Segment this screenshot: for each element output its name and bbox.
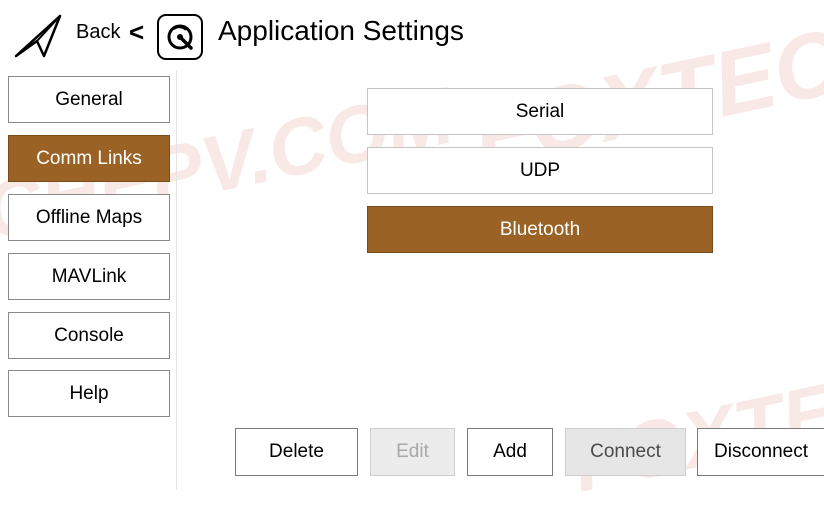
connect-button[interactable]: Connect [565,428,686,476]
sidebar-item-general[interactable]: General [8,76,170,123]
sidebar-item-offline-maps[interactable]: Offline Maps [8,194,170,241]
sidebar-item-help[interactable]: Help [8,370,170,417]
watermark-bottom: FOXTECH [564,342,824,509]
sidebar-divider [176,70,177,490]
back-label[interactable]: Back [76,21,120,44]
link-item-serial[interactable]: Serial [367,88,713,135]
page-title: Application Settings [218,15,464,46]
sidebar-item-console[interactable]: Console [8,312,170,359]
qgc-logo-icon [157,14,203,60]
link-item-bluetooth[interactable]: Bluetooth [367,206,713,253]
edit-button[interactable]: Edit [370,428,455,476]
add-button[interactable]: Add [467,428,553,476]
delete-button[interactable]: Delete [235,428,358,476]
chevron-left-icon[interactable]: < [129,17,144,48]
sidebar-item-comm-links[interactable]: Comm Links [8,135,170,182]
sidebar-item-mavlink[interactable]: MAVLink [8,253,170,300]
link-item-udp[interactable]: UDP [367,147,713,194]
paper-plane-back-icon[interactable] [10,12,66,60]
header-bar: Back < Application Settings [0,0,824,70]
disconnect-button[interactable]: Disconnect [697,428,824,476]
